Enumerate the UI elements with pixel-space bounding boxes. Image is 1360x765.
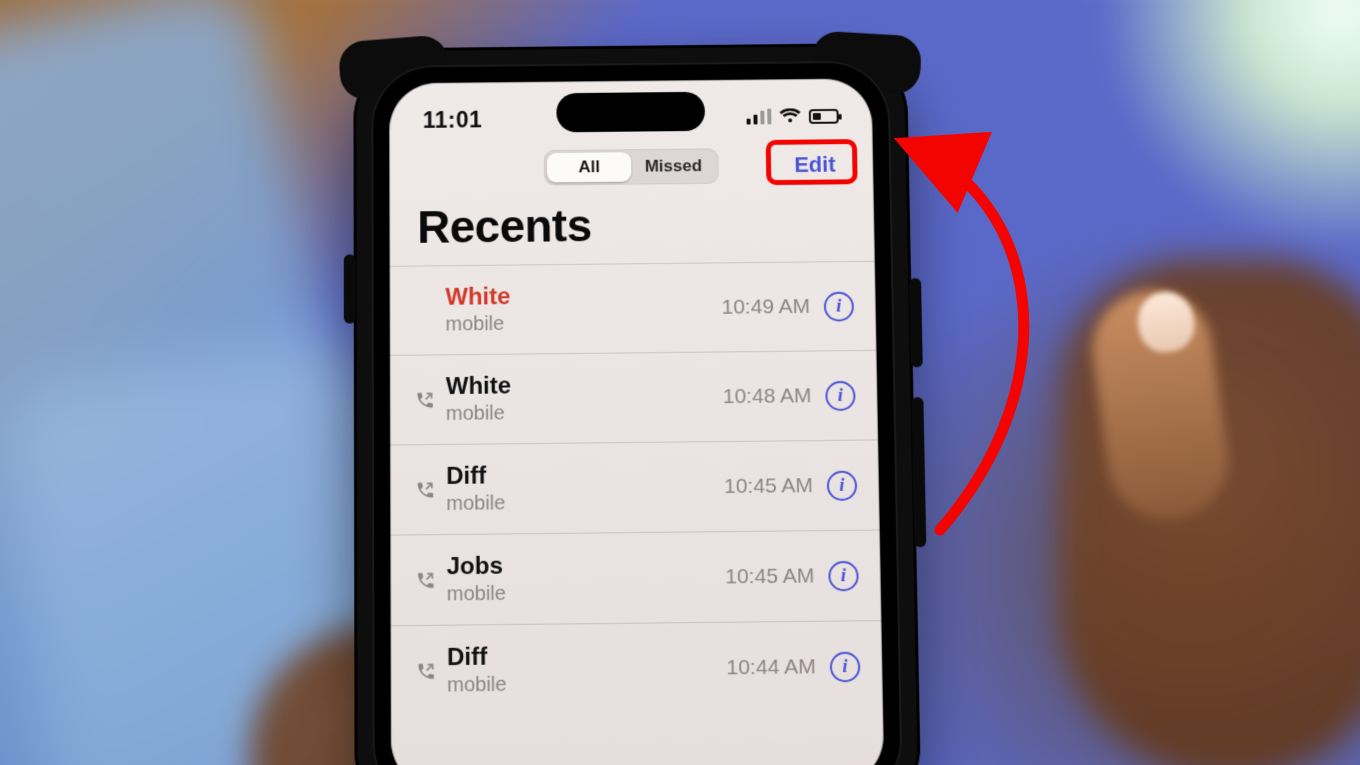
edit-button[interactable]: Edit <box>782 147 848 183</box>
outgoing-call-icon <box>410 390 440 410</box>
call-time: 10:48 AM <box>723 384 812 409</box>
recents-list[interactable]: Whitemobile10:49 AMiWhitemobile10:48 AMi… <box>390 261 884 717</box>
recents-row[interactable]: Diffmobile10:44 AM i <box>391 620 884 716</box>
recents-row[interactable]: Jobsmobile10:45 AM i <box>390 530 881 626</box>
contact-name: White <box>446 371 723 401</box>
info-button[interactable]: i <box>830 651 861 682</box>
recents-filter-segmented[interactable]: All Missed <box>544 148 719 185</box>
outgoing-call-icon <box>410 570 440 590</box>
battery-icon <box>809 108 839 123</box>
outgoing-call-icon <box>410 479 440 499</box>
contact-subtype: mobile <box>447 580 726 606</box>
recents-row-text: Whitemobile <box>439 281 722 336</box>
contact-name: Diff <box>446 460 724 491</box>
segment-missed[interactable]: Missed <box>631 151 716 181</box>
status-indicators <box>746 108 838 125</box>
phone: 11:01 All Missed Edit Recents White <box>353 43 921 765</box>
status-time: 11:01 <box>423 106 483 133</box>
phone-bezel: 11:01 All Missed Edit Recents White <box>371 61 903 765</box>
contact-name: Jobs <box>447 550 726 581</box>
call-time: 10:45 AM <box>724 474 813 499</box>
contact-subtype: mobile <box>445 311 722 337</box>
recents-row-text: Whitemobile <box>440 371 723 426</box>
side-button <box>344 254 356 323</box>
recents-row[interactable]: Whitemobile10:49 AM i <box>390 261 877 355</box>
nav-row: All Missed Edit <box>389 143 873 191</box>
contact-subtype: mobile <box>447 671 727 697</box>
call-time: 10:44 AM <box>726 655 816 680</box>
recents-row-text: Jobsmobile <box>441 550 726 606</box>
contact-subtype: mobile <box>446 490 724 516</box>
segment-all[interactable]: All <box>547 152 632 182</box>
call-time: 10:45 AM <box>725 564 814 589</box>
info-button[interactable]: i <box>827 470 858 500</box>
recents-row[interactable]: Diffmobile10:45 AM i <box>390 439 880 534</box>
info-button[interactable]: i <box>825 380 855 410</box>
status-bar: 11:01 <box>389 96 873 140</box>
info-button[interactable]: i <box>828 560 859 591</box>
contact-subtype: mobile <box>446 400 723 426</box>
wifi-icon <box>779 108 801 124</box>
page-title: Recents <box>417 196 847 254</box>
outgoing-call-icon <box>411 661 441 682</box>
phone-screen: 11:01 All Missed Edit Recents White <box>389 78 884 765</box>
cellular-icon <box>746 109 771 125</box>
recents-row-text: Diffmobile <box>441 641 727 697</box>
call-time: 10:49 AM <box>721 295 810 320</box>
contact-name: White <box>445 281 721 311</box>
recents-row-text: Diffmobile <box>440 460 724 516</box>
side-button <box>909 278 923 367</box>
contact-name: Diff <box>447 641 727 672</box>
info-button[interactable]: i <box>824 291 854 321</box>
recents-row[interactable]: Whitemobile10:48 AM i <box>390 350 878 445</box>
